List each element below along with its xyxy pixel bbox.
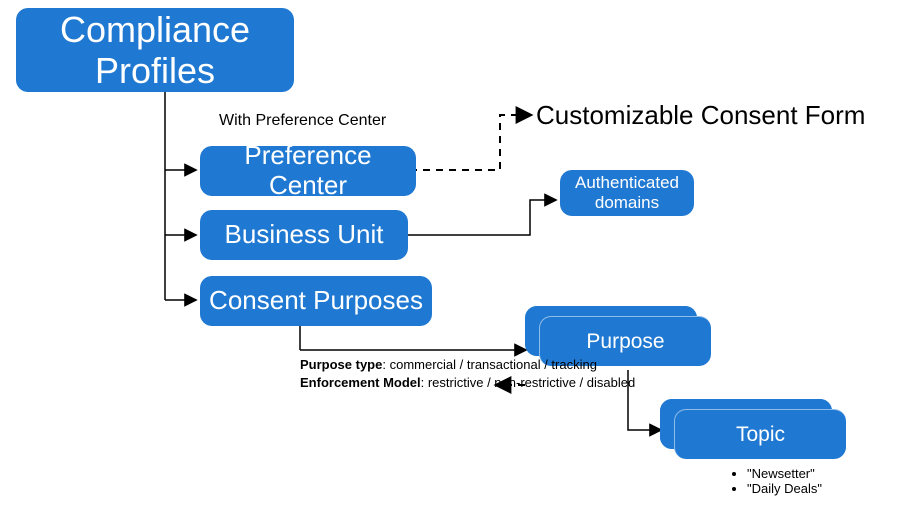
purpose-type-key: Purpose type (300, 357, 382, 372)
node-topic: Topic (674, 409, 846, 459)
node-preference-center: Preference Center (200, 146, 416, 196)
topic-example-item: "Daily Deals" (747, 481, 822, 496)
label-with-preference-center: With Preference Center (219, 112, 386, 130)
diagram-canvas: ComplianceProfiles With Preference Cente… (0, 0, 900, 506)
purpose-type-val: : commercial / transactional / tracking (382, 357, 597, 372)
topic-example-item: "Newsetter" (747, 466, 822, 481)
purpose-metadata: Purpose type: commercial / transactional… (300, 356, 635, 391)
enforcement-val: : restrictive / non-restrictive / disabl… (421, 375, 636, 390)
topic-examples: "Newsetter" "Daily Deals" (729, 466, 822, 496)
node-compliance-profiles: ComplianceProfiles (16, 8, 294, 92)
node-purpose-stack: Purpose (525, 306, 697, 356)
node-authenticated-domains: Authenticateddomains (560, 170, 694, 216)
node-business-unit: Business Unit (200, 210, 408, 260)
node-consent-purposes: Consent Purposes (200, 276, 432, 326)
node-topic-stack: Topic (660, 399, 832, 449)
label-consent-form: Customizable Consent Form (536, 100, 865, 131)
enforcement-key: Enforcement Model (300, 375, 421, 390)
